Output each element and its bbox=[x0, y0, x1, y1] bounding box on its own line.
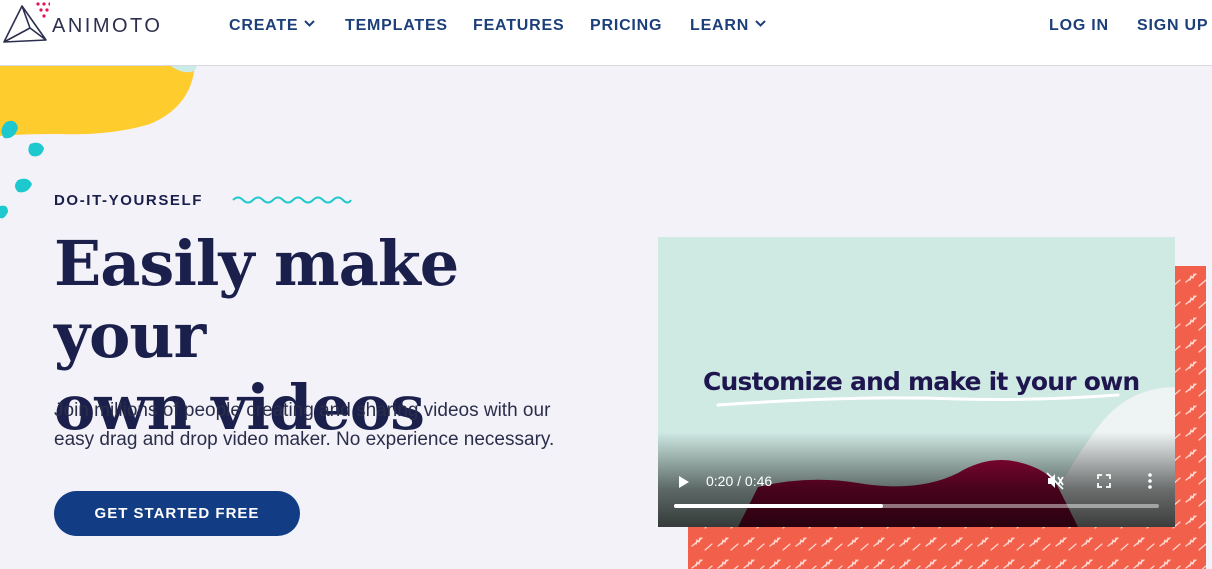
video-player[interactable]: Customize and make it your own 0:20 / 0:… bbox=[658, 237, 1175, 527]
nav-learn[interactable]: LEARN bbox=[690, 17, 766, 35]
chevron-down-icon bbox=[304, 20, 316, 28]
login-link[interactable]: LOG IN bbox=[1049, 17, 1109, 35]
animoto-logo-icon bbox=[3, 2, 50, 43]
nav-learn-label: LEARN bbox=[690, 17, 750, 34]
chevron-down-icon bbox=[755, 20, 766, 28]
nav-pricing[interactable]: PRICING bbox=[590, 17, 662, 35]
nav-features[interactable]: FEATURES bbox=[473, 17, 564, 35]
nav-templates-label: TEMPLATES bbox=[345, 17, 448, 34]
nav-templates[interactable]: TEMPLATES bbox=[345, 17, 448, 35]
fullscreen-icon[interactable] bbox=[1097, 474, 1111, 488]
video-progress-bar[interactable] bbox=[674, 504, 1159, 508]
hero-eyebrow: DO-IT-YOURSELF bbox=[54, 192, 204, 209]
volume-muted-icon[interactable] bbox=[1045, 471, 1065, 491]
decorative-shapes bbox=[0, 66, 197, 219]
nav-features-label: FEATURES bbox=[473, 17, 565, 34]
video-time: 0:20 / 0:46 bbox=[706, 473, 773, 489]
brand-name: ANIMOTO bbox=[52, 15, 163, 37]
nav-pricing-label: PRICING bbox=[590, 17, 663, 34]
nav-create-label: CREATE bbox=[229, 17, 299, 34]
brand-logo[interactable]: ANIMOTO bbox=[0, 0, 170, 50]
squiggle-icon bbox=[232, 196, 352, 204]
get-started-button[interactable]: GET STARTED FREE bbox=[54, 491, 300, 536]
subcopy-line-1: Join millions of people creating and sha… bbox=[54, 400, 551, 421]
video-progress-fill bbox=[674, 504, 883, 508]
top-navigation-bar: ANIMOTO CREATE TEMPLATES FEATURES PRICIN… bbox=[0, 0, 1212, 66]
video-caption: Customize and make it your own bbox=[703, 367, 1140, 396]
hero-subcopy: Join millions of people creating and sha… bbox=[54, 396, 594, 454]
subcopy-line-2: easy drag and drop video maker. No exper… bbox=[54, 429, 555, 450]
headline-line-1: Easily make your bbox=[54, 227, 459, 372]
signup-link[interactable]: SIGN UP bbox=[1137, 17, 1208, 35]
nav-create[interactable]: CREATE bbox=[229, 17, 316, 35]
play-icon[interactable] bbox=[678, 475, 690, 489]
more-vert-icon[interactable] bbox=[1147, 472, 1153, 490]
